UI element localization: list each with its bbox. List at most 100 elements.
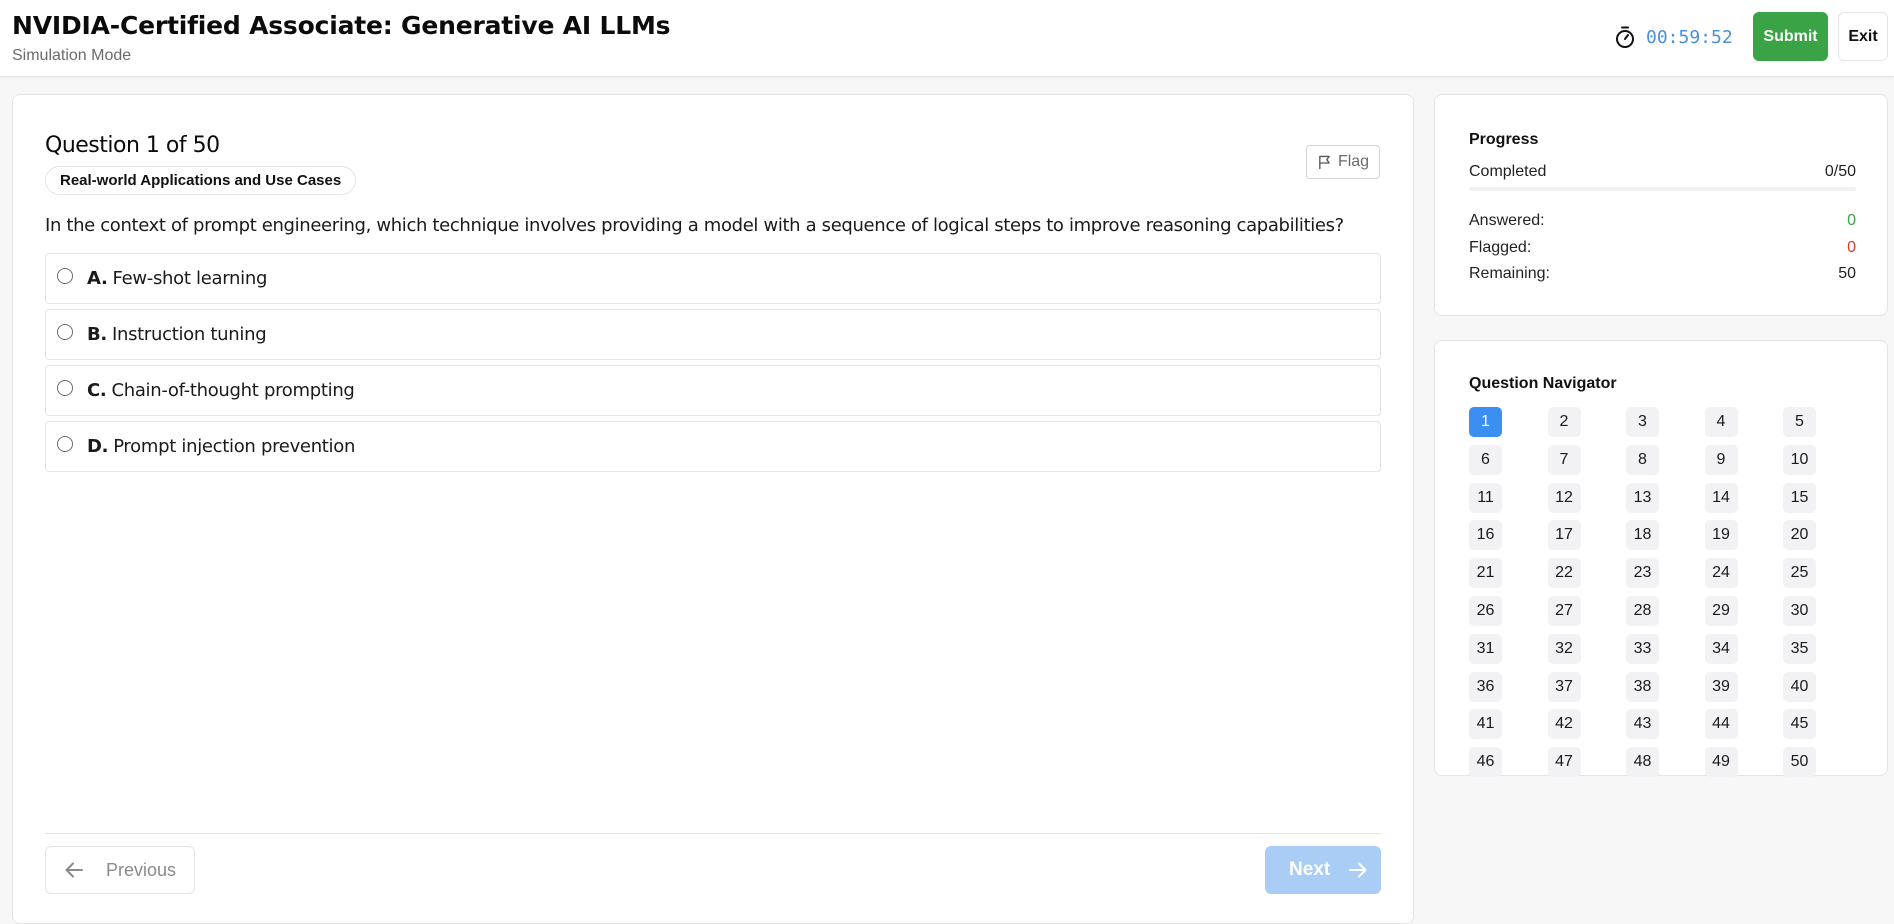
nav-question-35[interactable]: 35 <box>1783 633 1816 664</box>
option-b-radio[interactable] <box>57 324 73 340</box>
nav-question-6[interactable]: 6 <box>1469 444 1502 475</box>
next-button[interactable]: Next <box>1265 846 1381 894</box>
remaining-row: Remaining: 50 <box>1469 265 1856 283</box>
remaining-label: Remaining: <box>1469 265 1550 282</box>
nav-question-4[interactable]: 4 <box>1704 407 1738 437</box>
completed-label: Completed <box>1469 163 1547 180</box>
option-c[interactable]: C. Chain-of-thought prompting <box>45 365 1381 416</box>
nav-question-31[interactable]: 31 <box>1469 633 1502 664</box>
option-c-radio[interactable] <box>57 380 73 396</box>
answered-row: Answered: 0 <box>1469 212 1856 230</box>
nav-question-50[interactable]: 50 <box>1783 747 1816 778</box>
nav-question-12[interactable]: 12 <box>1547 482 1581 513</box>
exam-title: NVIDIA-Certified Associate: Generative A… <box>12 11 671 40</box>
nav-question-43[interactable]: 43 <box>1626 709 1659 740</box>
nav-question-14[interactable]: 14 <box>1704 482 1738 513</box>
flagged-label: Flagged: <box>1469 239 1532 256</box>
option-d-radio[interactable] <box>57 436 73 452</box>
nav-question-25[interactable]: 25 <box>1783 558 1816 589</box>
answered-label: Answered: <box>1469 212 1545 229</box>
progress-title: Progress <box>1469 131 1539 148</box>
nav-question-18[interactable]: 18 <box>1626 520 1659 551</box>
nav-question-39[interactable]: 39 <box>1704 671 1738 702</box>
navigator-title: Question Navigator <box>1469 375 1617 392</box>
previous-button[interactable]: Previous <box>45 846 195 894</box>
nav-question-19[interactable]: 19 <box>1704 520 1738 551</box>
next-label: Next <box>1289 859 1331 880</box>
nav-question-45[interactable]: 45 <box>1783 709 1816 740</box>
remaining-value: 50 <box>1838 265 1856 282</box>
nav-question-24[interactable]: 24 <box>1704 558 1738 589</box>
nav-question-44[interactable]: 44 <box>1704 709 1738 740</box>
nav-question-37[interactable]: 37 <box>1547 671 1581 702</box>
question-number: Question 1 of 50 <box>45 133 220 158</box>
nav-question-9[interactable]: 9 <box>1704 444 1738 475</box>
nav-question-49[interactable]: 49 <box>1704 747 1738 778</box>
nav-question-21[interactable]: 21 <box>1469 558 1502 589</box>
nav-question-34[interactable]: 34 <box>1704 633 1738 664</box>
nav-question-42[interactable]: 42 <box>1547 709 1581 740</box>
exam-timer: 00:59:52 <box>1614 24 1733 50</box>
nav-question-36[interactable]: 36 <box>1469 671 1502 702</box>
nav-question-23[interactable]: 23 <box>1626 558 1659 589</box>
nav-question-28[interactable]: 28 <box>1626 596 1659 626</box>
progress-bar <box>1469 187 1856 191</box>
question-card: Question 1 of 50 Real-world Applications… <box>12 94 1414 924</box>
exit-button[interactable]: Exit <box>1838 12 1888 61</box>
nav-question-33[interactable]: 33 <box>1626 633 1659 664</box>
option-d-label: D. Prompt injection prevention <box>87 436 356 457</box>
nav-question-3[interactable]: 3 <box>1626 407 1659 437</box>
nav-question-38[interactable]: 38 <box>1626 671 1659 702</box>
nav-question-1[interactable]: 1 <box>1469 407 1502 437</box>
nav-question-22[interactable]: 22 <box>1547 558 1581 589</box>
arrow-right-icon <box>1349 862 1367 878</box>
stopwatch-icon <box>1616 26 1634 48</box>
completed-row: Completed 0/50 <box>1469 163 1856 181</box>
nav-question-11[interactable]: 11 <box>1469 482 1502 513</box>
nav-question-16[interactable]: 16 <box>1469 520 1502 551</box>
option-a[interactable]: A. Few-shot learning <box>45 253 1381 304</box>
nav-question-2[interactable]: 2 <box>1547 407 1581 437</box>
completed-value: 0/50 <box>1824 163 1856 180</box>
flag-label: Flag <box>1337 153 1370 170</box>
topic-badge: Real-world Applications and Use Cases <box>45 166 357 195</box>
nav-question-20[interactable]: 20 <box>1783 520 1816 551</box>
option-a-radio[interactable] <box>57 268 73 284</box>
nav-question-10[interactable]: 10 <box>1783 444 1816 475</box>
flagged-row: Flagged: 0 <box>1469 239 1856 257</box>
nav-question-27[interactable]: 27 <box>1547 596 1581 626</box>
nav-question-13[interactable]: 13 <box>1626 482 1659 513</box>
option-a-label: A. Few-shot learning <box>87 268 268 289</box>
app-header: NVIDIA-Certified Associate: Generative A… <box>0 0 1894 77</box>
footer-divider <box>45 833 1381 834</box>
nav-question-47[interactable]: 47 <box>1547 747 1581 778</box>
option-c-label: C. Chain-of-thought prompting <box>87 380 355 401</box>
nav-question-32[interactable]: 32 <box>1547 633 1581 664</box>
question-text: In the context of prompt engineering, wh… <box>45 215 1344 236</box>
question-navigator: Question Navigator 1 2 3 4 5 6 7 8 9 10 11 12 13 14 15… <box>1434 340 1888 778</box>
submit-button[interactable]: Submit <box>1753 12 1828 61</box>
nav-question-46[interactable]: 46 <box>1469 747 1502 778</box>
nav-question-5[interactable]: 5 <box>1783 407 1816 437</box>
option-b-label: B. Instruction tuning <box>87 324 267 345</box>
nav-question-8[interactable]: 8 <box>1626 444 1659 475</box>
nav-question-15[interactable]: 15 <box>1783 482 1816 513</box>
option-b[interactable]: B. Instruction tuning <box>45 309 1381 360</box>
option-d[interactable]: D. Prompt injection prevention <box>45 421 1381 472</box>
nav-question-30[interactable]: 30 <box>1783 596 1816 626</box>
mode-label: Simulation Mode <box>12 47 132 64</box>
answered-value: 0 <box>1847 212 1856 229</box>
nav-question-41[interactable]: 41 <box>1469 709 1502 740</box>
nav-question-48[interactable]: 48 <box>1626 747 1659 778</box>
arrow-left-icon <box>65 862 83 878</box>
flag-icon <box>1319 155 1330 169</box>
flagged-value: 0 <box>1847 239 1856 256</box>
nav-question-29[interactable]: 29 <box>1704 596 1738 626</box>
nav-question-40[interactable]: 40 <box>1783 671 1816 702</box>
nav-question-17[interactable]: 17 <box>1547 520 1581 551</box>
previous-label: Previous <box>106 859 177 880</box>
nav-question-26[interactable]: 26 <box>1469 596 1502 626</box>
nav-question-7[interactable]: 7 <box>1547 444 1581 475</box>
flag-button[interactable]: Flag <box>1306 145 1380 179</box>
progress-card: Progress Completed 0/50 Answered: 0 Flag… <box>1434 94 1888 316</box>
